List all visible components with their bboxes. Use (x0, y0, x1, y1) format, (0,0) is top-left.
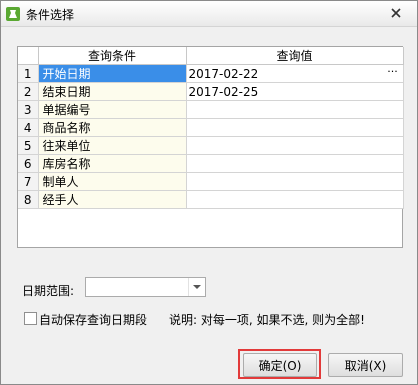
cancel-button[interactable]: 取消(X) (328, 353, 403, 377)
row-number: 1 (18, 64, 39, 83)
table-row[interactable]: 4 商品名称 (18, 118, 404, 137)
condition-cell[interactable]: 往来单位 (38, 136, 187, 155)
table-row[interactable]: 6 库房名称 (18, 154, 404, 173)
row-number: 6 (18, 154, 39, 173)
value-cell[interactable] (186, 100, 404, 119)
table-row[interactable]: 1 开始日期 2017-02-22 ··· (18, 64, 404, 83)
close-button[interactable] (383, 5, 409, 23)
table-row[interactable]: 7 制单人 (18, 172, 404, 191)
table-row[interactable]: 5 往来单位 (18, 136, 404, 155)
row-number: 5 (18, 136, 39, 155)
table-row[interactable]: 8 经手人 (18, 190, 404, 209)
value-cell[interactable] (186, 172, 404, 191)
value-cell[interactable] (186, 118, 404, 137)
condition-cell[interactable]: 库房名称 (38, 154, 187, 173)
auto-save-label[interactable]: 自动保存查询日期段 (39, 311, 147, 328)
table-row[interactable]: 3 单据编号 (18, 100, 404, 119)
date-range-label: 日期范围: (22, 284, 75, 298)
row-number: 3 (18, 100, 39, 119)
app-icon (5, 6, 21, 22)
chevron-down-icon[interactable] (188, 278, 205, 296)
column-header-condition[interactable]: 查询条件 (38, 47, 187, 65)
close-icon (391, 7, 401, 21)
window-title: 条件选择 (26, 8, 75, 22)
condition-cell[interactable]: 结束日期 (38, 82, 187, 101)
value-cell[interactable]: 2017-02-25 (186, 82, 404, 101)
value-cell[interactable] (186, 136, 404, 155)
ok-button[interactable]: 确定(O) (243, 353, 317, 377)
row-number: 7 (18, 172, 39, 191)
table-row[interactable]: 2 结束日期 2017-02-25 (18, 82, 404, 101)
value-text[interactable]: 2017-02-22 (189, 67, 259, 81)
row-number: 2 (18, 82, 39, 101)
value-cell[interactable] (186, 154, 404, 173)
grid-header-row: 查询条件 查询值 (18, 47, 404, 65)
title-bar: 条件选择 (1, 1, 417, 27)
ellipsis-button[interactable]: ··· (384, 65, 402, 81)
condition-cell[interactable]: 商品名称 (38, 118, 187, 137)
auto-save-checkbox[interactable] (24, 312, 37, 325)
column-header-value[interactable]: 查询值 (186, 47, 404, 65)
condition-dialog: 条件选择 查询条件 查询值 1 开始日期 2017-02-22 ··· 2 结束… (0, 0, 418, 385)
note-text: 说明: 对每一项, 如果不选, 则为全部! (169, 313, 365, 327)
row-number-header (18, 47, 39, 65)
condition-cell[interactable]: 经手人 (38, 190, 187, 209)
condition-grid: 查询条件 查询值 1 开始日期 2017-02-22 ··· 2 结束日期 20… (17, 46, 404, 248)
condition-cell[interactable]: 开始日期 (38, 64, 187, 83)
row-number: 8 (18, 190, 39, 209)
row-number: 4 (18, 118, 39, 137)
condition-cell[interactable]: 制单人 (38, 172, 187, 191)
value-cell[interactable]: 2017-02-22 ··· (186, 64, 404, 83)
condition-cell[interactable]: 单据编号 (38, 100, 187, 119)
date-range-select[interactable] (85, 277, 206, 297)
value-cell[interactable] (186, 190, 404, 209)
